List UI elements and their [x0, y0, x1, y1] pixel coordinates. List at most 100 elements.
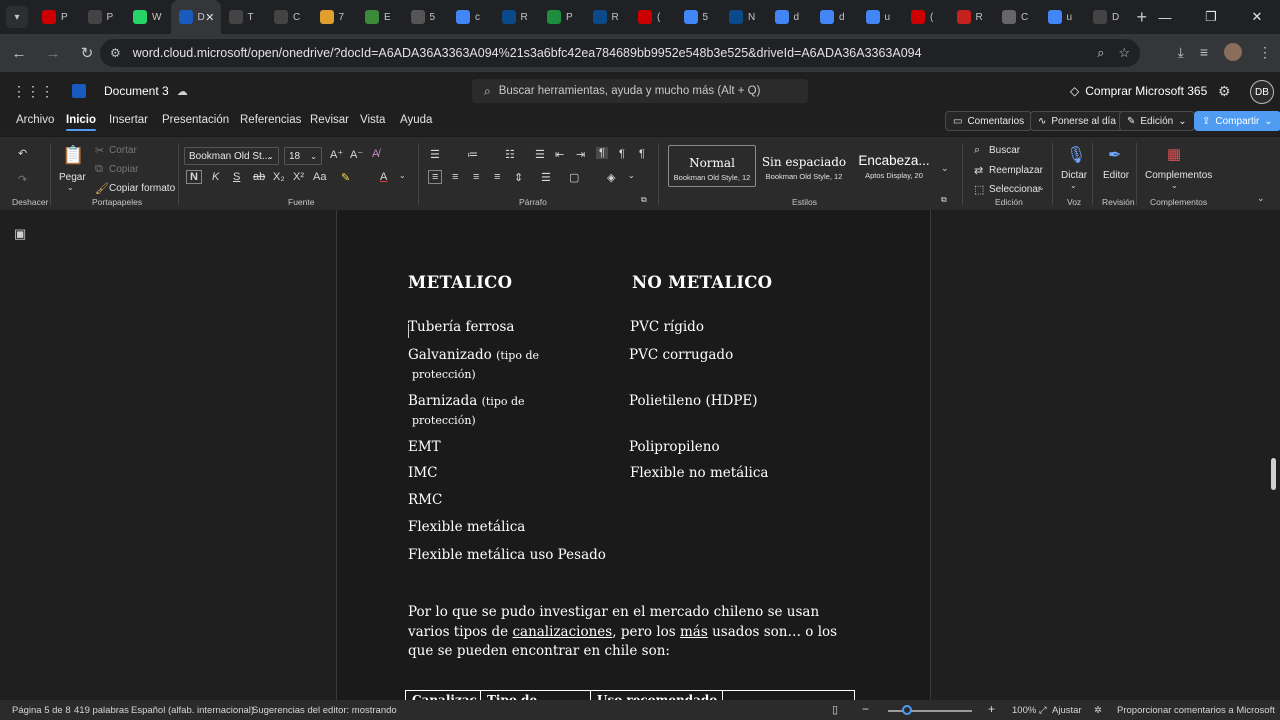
paste-icon[interactable]: 📋: [62, 145, 84, 166]
style-normal[interactable]: Normal Bookman Old Style, 12: [668, 145, 756, 187]
settings-gear-icon[interactable]: ⚙: [1218, 83, 1231, 100]
paragraph-spacing-icon[interactable]: ☰: [541, 171, 551, 184]
editor-pen-icon[interactable]: ✒: [1108, 145, 1121, 165]
style-heading[interactable]: Encabeza... Aptos Display, 20: [850, 145, 938, 187]
cut-button[interactable]: Cortar: [109, 145, 137, 156]
feedback-icon[interactable]: ✲: [1094, 705, 1102, 716]
close-tab-icon[interactable]: ✕: [205, 11, 214, 24]
browser-tab[interactable]: T: [221, 0, 267, 34]
addins-button[interactable]: Complementos: [1145, 170, 1212, 181]
clear-formatting-icon[interactable]: A̸: [372, 148, 379, 160]
italic-icon[interactable]: K: [212, 171, 219, 183]
saved-cloud-icon[interactable]: ☁: [177, 85, 188, 98]
browser-tab[interactable]: D ✕: [170, 0, 221, 34]
tab-vista[interactable]: Vista: [360, 114, 385, 126]
zoom-icon[interactable]: ⌕: [1097, 45, 1104, 61]
download-icon[interactable]: ⤓: [1178, 44, 1184, 61]
ltr-icon[interactable]: ¶: [596, 147, 608, 159]
tab-ayuda[interactable]: Ayuda: [400, 114, 432, 126]
back-button[interactable]: ←: [4, 38, 34, 68]
word-count[interactable]: 419 palabras: [74, 705, 129, 716]
browser-tab[interactable]: 7: [312, 0, 358, 34]
zoom-in-icon[interactable]: +: [988, 702, 995, 716]
browser-tab[interactable]: R: [949, 0, 995, 34]
font-name-select[interactable]: Bookman Old St... ⌄: [184, 147, 279, 165]
url-text[interactable]: word.cloud.microsoft/open/onedrive/?docI…: [133, 46, 922, 60]
paste-button[interactable]: Pegar: [59, 172, 86, 183]
browser-tab[interactable]: c: [448, 0, 494, 34]
zoom-level[interactable]: 100%: [1012, 705, 1036, 716]
tab-inicio[interactable]: Inicio: [66, 114, 97, 131]
align-right-icon[interactable]: ≡: [473, 171, 479, 183]
zoom-slider-thumb[interactable]: [902, 705, 912, 715]
tab-revisar[interactable]: Revisar: [310, 114, 349, 126]
dictate-button[interactable]: Dictar: [1061, 170, 1087, 181]
decrease-indent-icon[interactable]: ⇤: [555, 148, 564, 161]
cut-icon[interactable]: ✂: [95, 144, 104, 157]
browser-profile-avatar[interactable]: [1224, 43, 1242, 61]
zoom-slider[interactable]: [888, 710, 972, 712]
fit-button[interactable]: Ajustar: [1052, 705, 1082, 716]
editor-button[interactable]: Editor: [1103, 170, 1129, 181]
subscript-icon[interactable]: X₂: [273, 171, 285, 183]
catch-up-button[interactable]: ∿ Ponerse al día: [1030, 111, 1124, 131]
tab-referencias[interactable]: Referencias: [240, 114, 301, 126]
select-icon[interactable]: ⬚: [974, 183, 984, 196]
multilevel-list-icon[interactable]: ☷: [505, 148, 515, 161]
styles-more-icon[interactable]: ⌄: [941, 163, 949, 174]
format-painter-icon[interactable]: 🖌: [95, 182, 109, 195]
browser-tab[interactable]: C: [994, 0, 1040, 34]
replace-icon[interactable]: ⇄: [974, 164, 983, 177]
increase-indent-icon[interactable]: ⇥: [576, 148, 585, 161]
navigation-pane-icon[interactable]: ▣: [14, 226, 26, 242]
highlight-icon[interactable]: ✎: [341, 171, 350, 184]
browser-tab[interactable]: E: [357, 0, 403, 34]
language[interactable]: Español (alfab. internacional): [131, 705, 254, 716]
browser-tab[interactable]: R: [585, 0, 631, 34]
browser-tab[interactable]: W: [125, 0, 171, 34]
browser-tab[interactable]: C: [266, 0, 312, 34]
browser-tab[interactable]: R: [494, 0, 540, 34]
app-launcher-icon[interactable]: ⋮⋮⋮: [12, 83, 54, 100]
chevron-down-icon[interactable]: ⌄: [1070, 181, 1077, 190]
account-avatar[interactable]: DB: [1250, 80, 1274, 104]
tab-archivo[interactable]: Archivo: [16, 114, 54, 126]
format-painter-button[interactable]: Copiar formato: [109, 183, 175, 194]
site-info-icon[interactable]: ⚙: [110, 46, 121, 60]
find-button[interactable]: Buscar: [989, 145, 1020, 156]
copy-icon[interactable]: ⧉: [95, 163, 103, 176]
paragraph-dialog-launcher-icon[interactable]: ⧉: [641, 195, 647, 205]
microphone-icon[interactable]: 🎙: [1066, 145, 1086, 165]
change-case-icon[interactable]: Aa: [313, 171, 326, 183]
redo-icon[interactable]: ↷: [18, 173, 27, 186]
browser-menu-icon[interactable]: ⋮: [1258, 44, 1272, 61]
browser-tab[interactable]: d: [767, 0, 813, 34]
tab-presentacion[interactable]: Presentación: [162, 114, 229, 126]
vertical-scrollbar-thumb[interactable]: [1271, 458, 1276, 490]
justify-icon[interactable]: ≡: [494, 171, 500, 183]
strikethrough-icon[interactable]: ab: [253, 171, 265, 183]
styles-dialog-launcher-icon[interactable]: ⧉: [941, 195, 947, 205]
rtl-icon[interactable]: ¶: [619, 148, 625, 160]
document-page[interactable]: METALICO NO METALICO Tubería ferrosa Gal…: [336, 210, 931, 700]
align-left-icon[interactable]: ≡: [428, 170, 443, 184]
buy-microsoft-365-button[interactable]: ◇ Comprar Microsoft 365: [1070, 84, 1207, 98]
chevron-down-icon[interactable]: ⌄: [1038, 183, 1045, 192]
chevron-down-icon[interactable]: ⌄: [1171, 181, 1178, 190]
browser-tab[interactable]: u: [1040, 0, 1086, 34]
browser-tab[interactable]: (: [630, 0, 676, 34]
shading-icon[interactable]: ◈: [607, 171, 615, 184]
undo-icon[interactable]: ↶: [18, 147, 27, 160]
addins-grid-icon[interactable]: ▦: [1167, 145, 1181, 163]
font-size-select[interactable]: 18 ⌄: [284, 147, 322, 165]
browser-tab[interactable]: (: [903, 0, 949, 34]
flagged-word[interactable]: canalizaciones: [512, 624, 612, 640]
tab-search-button[interactable]: ▾: [6, 6, 28, 28]
grow-font-icon[interactable]: A⁺: [330, 148, 343, 161]
line-spacing-icon[interactable]: ⇕: [514, 171, 523, 184]
browser-tab[interactable]: u: [858, 0, 904, 34]
style-no-spacing[interactable]: Sin espaciado Bookman Old Style, 12: [760, 145, 848, 187]
bookmark-star-icon[interactable]: ☆: [1118, 45, 1130, 61]
browser-tab[interactable]: P: [34, 0, 80, 34]
show-marks-icon[interactable]: ¶: [639, 148, 645, 160]
